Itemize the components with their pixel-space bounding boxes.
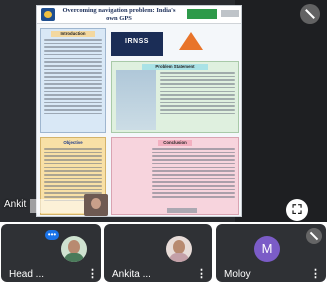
main-video-stage[interactable]: Overcoming navigation problem: India's o… xyxy=(0,0,327,222)
avatar xyxy=(166,236,192,262)
poster-footer-text xyxy=(167,208,197,213)
poster-title: Overcoming navigation problem: India's o… xyxy=(62,7,176,22)
more-options-icon[interactable]: ⋮ xyxy=(87,267,98,280)
stage-side-panel xyxy=(235,0,327,222)
speaking-indicator-icon: ••• xyxy=(45,230,59,240)
participant-name: Head ... xyxy=(9,269,45,280)
mic-off-icon xyxy=(300,4,320,24)
participant-tile-moloy[interactable]: M Moloy ⋮ xyxy=(216,224,326,282)
avatar: M xyxy=(254,236,280,262)
participant-name: Moloy xyxy=(224,269,251,280)
introduction-box: Introduction xyxy=(40,28,106,133)
participant-name: Ankita ... xyxy=(112,269,151,280)
self-view-thumbnail[interactable] xyxy=(84,194,108,216)
avatar xyxy=(61,236,87,262)
shared-poster: Overcoming navigation problem: India's o… xyxy=(36,5,242,217)
poster-tag-right xyxy=(221,10,239,17)
conclusion-heading: Conclusion xyxy=(158,140,192,146)
participant-strip: ••• Head ... ⋮ Ankita ... ⋮ M Moloy ⋮ xyxy=(0,222,327,282)
institute-logo xyxy=(41,8,55,21)
satellite-image xyxy=(116,70,156,130)
introduction-heading: Introduction xyxy=(51,31,95,37)
problem-statement-box: Problem Statement xyxy=(111,61,239,133)
mic-off-icon xyxy=(306,228,322,244)
irnss-label: IRNSS xyxy=(125,38,149,45)
participant-tile-ankita[interactable]: Ankita ... ⋮ xyxy=(104,224,212,282)
presenter-name-tag: Ankit xyxy=(4,199,27,210)
expand-icon[interactable]: ⛶ xyxy=(286,199,308,221)
more-options-icon[interactable]: ⋮ xyxy=(196,267,207,280)
conclusion-box: Conclusion xyxy=(111,137,239,215)
gps-logo xyxy=(171,30,211,58)
poster-header: Overcoming navigation problem: India's o… xyxy=(37,6,241,24)
poster-tag-badge xyxy=(187,9,217,19)
irnss-logo: IRNSS xyxy=(111,32,163,56)
name-tag-background xyxy=(30,199,90,213)
participant-tile-head[interactable]: ••• Head ... ⋮ xyxy=(1,224,101,282)
objective-heading: Objective xyxy=(63,140,83,145)
more-options-icon[interactable]: ⋮ xyxy=(310,267,321,280)
